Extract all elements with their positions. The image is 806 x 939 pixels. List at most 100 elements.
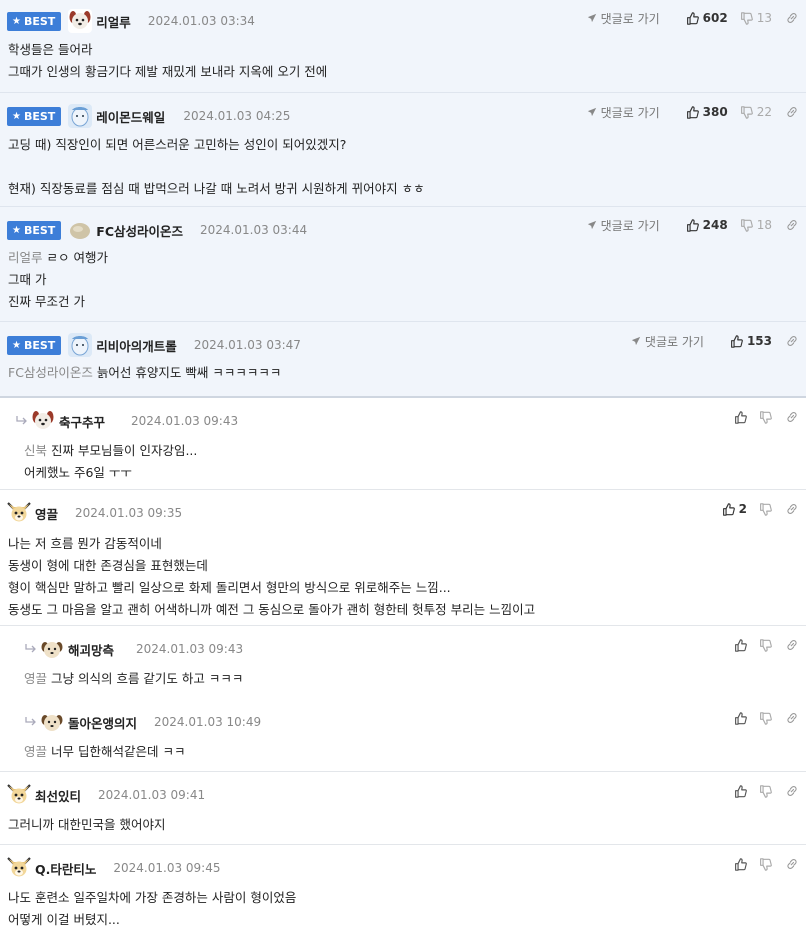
comment-body: 그러니까 대한민국을 했어야지 bbox=[0, 809, 806, 844]
comment-body: FC삼성라이온즈 늙어선 휴양지도 빡쌔 ㅋㅋㅋㅋㅋㅋ bbox=[0, 359, 806, 392]
comment-line bbox=[8, 156, 798, 178]
go-to-reply-link[interactable]: 댓글로 가기 bbox=[587, 104, 660, 121]
comment-actions bbox=[722, 631, 798, 659]
timestamp: 2024.01.03 09:45 bbox=[113, 861, 221, 875]
thumb-up-icon bbox=[734, 785, 747, 798]
avatar[interactable] bbox=[68, 218, 92, 242]
send-icon bbox=[587, 107, 597, 117]
comment: ★ BEST 리얼루 2024.01.03 03:34 댓글로 가기 602 13… bbox=[0, 0, 806, 93]
upvote-button[interactable]: 380 bbox=[686, 105, 728, 119]
downvote-button[interactable] bbox=[759, 858, 772, 871]
mention[interactable]: FC삼성라이온즈 bbox=[8, 365, 93, 380]
link-icon[interactable] bbox=[786, 106, 798, 118]
avatar[interactable] bbox=[7, 856, 31, 880]
link-icon[interactable] bbox=[786, 12, 798, 24]
upvote-button[interactable] bbox=[734, 411, 747, 424]
thumb-up-icon bbox=[686, 12, 699, 25]
upvote-button[interactable]: 153 bbox=[730, 334, 772, 348]
comment-line: 신북 진짜 부모님들이 인자강임... bbox=[24, 440, 806, 462]
link-icon[interactable] bbox=[786, 785, 798, 797]
link-icon[interactable] bbox=[786, 503, 798, 515]
best-badge: ★ BEST bbox=[7, 11, 62, 31]
thumb-down-icon bbox=[759, 858, 772, 871]
avatar[interactable] bbox=[68, 333, 92, 357]
nickname[interactable]: 해괴망측 bbox=[68, 640, 114, 659]
comment-actions: 댓글로 가기 380 22 bbox=[587, 98, 798, 126]
reply-link-label: 댓글로 가기 bbox=[600, 105, 660, 120]
avatar[interactable] bbox=[31, 409, 55, 433]
link-icon[interactable] bbox=[786, 411, 798, 423]
nickname[interactable]: 레이몬드웨일 bbox=[96, 107, 165, 126]
link-icon[interactable] bbox=[786, 639, 798, 651]
downvote-button[interactable]: 22 bbox=[740, 105, 772, 119]
star-icon: ★ bbox=[12, 15, 21, 27]
comment-actions bbox=[722, 850, 798, 878]
reply-arrow-icon bbox=[15, 415, 29, 427]
go-to-reply-link[interactable]: 댓글로 가기 bbox=[587, 10, 660, 27]
comment-text: 그냥 의식의 흐름 같기도 하고 ㅋㅋㅋ bbox=[51, 671, 244, 686]
comment-body: 나도 훈련소 일주일차에 가장 존경하는 사람이 형이었음 어떻게 이걸 버텼지… bbox=[0, 882, 806, 939]
comment-text: 너무 딥한해석같은데 ㅋㅋ bbox=[51, 744, 186, 759]
mention[interactable]: 리얼루 bbox=[8, 250, 43, 265]
avatar[interactable] bbox=[68, 9, 92, 33]
avatar[interactable] bbox=[7, 783, 31, 807]
nickname[interactable]: 영끌 bbox=[35, 504, 58, 523]
comment-line: 영끌 너무 딥한해석같은데 ㅋㅋ bbox=[24, 741, 806, 763]
nickname[interactable]: 최선있티 bbox=[35, 786, 81, 805]
avatar[interactable] bbox=[40, 710, 64, 734]
comment-line: 동생도 그 마음을 알고 괜히 어색하니까 예전 그 동심으로 돌아가 괜히 형… bbox=[8, 602, 536, 617]
downvote-button[interactable]: 13 bbox=[740, 11, 772, 25]
downvote-count: 18 bbox=[756, 218, 772, 232]
mention[interactable]: 신북 bbox=[24, 443, 47, 458]
comment-header: 축구추꾸 2024.01.03 09:43 bbox=[24, 398, 806, 435]
comment-text: 진짜 부모님들이 인자강임... bbox=[51, 443, 198, 458]
go-to-reply-link[interactable]: 댓글로 가기 bbox=[587, 217, 660, 234]
upvote-button[interactable] bbox=[734, 858, 747, 871]
downvote-button[interactable] bbox=[759, 712, 772, 725]
avatar[interactable] bbox=[7, 501, 31, 525]
upvote-button[interactable]: 248 bbox=[686, 218, 728, 232]
upvote-count: 602 bbox=[702, 11, 728, 25]
thumb-up-icon bbox=[686, 106, 699, 119]
link-icon[interactable] bbox=[786, 712, 798, 724]
downvote-button[interactable] bbox=[759, 411, 772, 424]
nickname[interactable]: 돌아온앵의지 bbox=[68, 713, 137, 732]
nickname[interactable]: 리비아의개트롤 bbox=[96, 336, 177, 355]
downvote-count: 22 bbox=[756, 105, 772, 119]
downvote-button[interactable] bbox=[759, 785, 772, 798]
nickname[interactable]: FC삼성라이온즈 bbox=[96, 221, 183, 240]
avatar[interactable] bbox=[68, 104, 92, 128]
link-icon[interactable] bbox=[786, 219, 798, 231]
best-badge: ★ BEST bbox=[7, 335, 62, 355]
upvote-button[interactable]: 602 bbox=[686, 11, 728, 25]
star-icon: ★ bbox=[12, 110, 21, 122]
thumb-up-icon bbox=[730, 335, 743, 348]
upvote-button[interactable] bbox=[734, 785, 747, 798]
upvote-button[interactable] bbox=[734, 639, 747, 652]
thumb-down-icon bbox=[759, 639, 772, 652]
nickname[interactable]: Q.타란티노 bbox=[35, 859, 96, 878]
nickname[interactable]: 리얼루 bbox=[96, 12, 131, 31]
comment-actions: 댓글로 가기 248 18 bbox=[587, 211, 798, 239]
mention[interactable]: 영끌 bbox=[24, 744, 47, 759]
thumb-up-icon bbox=[722, 503, 735, 516]
comment-line: 어케했노 주6일 ㅜㅜ bbox=[24, 465, 132, 480]
upvote-button[interactable]: 2 bbox=[722, 502, 747, 516]
mention[interactable]: 영끌 bbox=[24, 671, 47, 686]
best-label: BEST bbox=[23, 223, 56, 237]
downvote-button[interactable]: 18 bbox=[740, 218, 772, 232]
go-to-reply-link[interactable]: 댓글로 가기 bbox=[631, 333, 704, 350]
timestamp: 2024.01.03 03:47 bbox=[193, 338, 301, 352]
nickname[interactable]: 축구추꾸 bbox=[59, 412, 105, 431]
downvote-button[interactable] bbox=[759, 639, 772, 652]
comment-body: 고딩 때) 직장인이 되면 어른스러운 고민하는 성인이 되어있겠지? 현재) … bbox=[0, 130, 806, 208]
upvote-button[interactable] bbox=[734, 712, 747, 725]
avatar[interactable] bbox=[40, 637, 64, 661]
downvote-button[interactable] bbox=[759, 503, 772, 516]
link-icon[interactable] bbox=[786, 858, 798, 870]
star-icon: ★ bbox=[12, 339, 21, 351]
upvote-count: 153 bbox=[746, 334, 772, 348]
best-label: BEST bbox=[23, 109, 56, 123]
link-icon[interactable] bbox=[786, 335, 798, 347]
thumb-up-icon bbox=[734, 858, 747, 871]
